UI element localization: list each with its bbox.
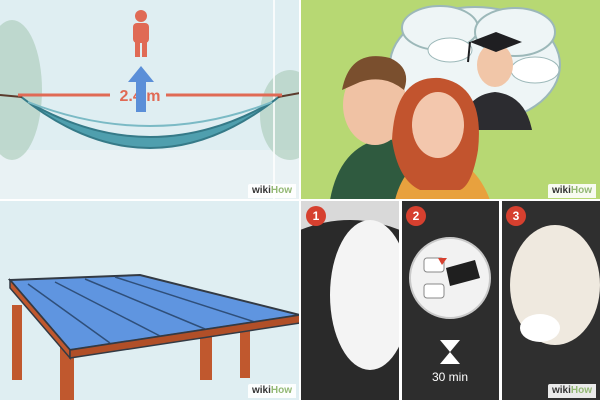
step-2-panel: 30 min xyxy=(400,200,500,400)
panel-hammock: 2.4 m wikiHow xyxy=(0,0,300,200)
panel-table: wikiHow xyxy=(0,200,300,400)
watermark-wiki: wiki xyxy=(551,185,571,196)
hammock-illustration: 2.4 m xyxy=(0,0,300,200)
watermark-how: How xyxy=(270,385,292,396)
person-icon xyxy=(133,10,149,57)
watermark: wikiHow xyxy=(547,384,596,398)
up-arrow-icon xyxy=(128,66,154,82)
rice xyxy=(330,220,410,370)
watermark-how: How xyxy=(270,185,292,196)
table-illustration xyxy=(7,273,300,400)
couple-illustration xyxy=(330,5,561,200)
watermark: wikiHow xyxy=(547,184,596,198)
rice-cooker-illustration: 30 min 1 2 3 xyxy=(300,200,600,400)
watermark: wikiHow xyxy=(247,384,296,398)
step-number-1: 1 xyxy=(313,209,320,223)
panel-rice-cooker-steps: 30 min 1 2 3 wikiHow xyxy=(300,200,600,400)
watermark-wiki: wiki xyxy=(251,385,271,396)
panel-couple: wikiHow xyxy=(300,0,600,200)
watermark-how: How xyxy=(570,385,592,396)
right-tree-foliage xyxy=(260,70,300,160)
step-number-3: 3 xyxy=(513,209,520,223)
panel-divider-horizontal xyxy=(0,199,600,201)
left-tree-foliage xyxy=(0,20,42,160)
step-3-panel xyxy=(500,200,600,400)
watermark-wiki: wiki xyxy=(551,385,571,396)
cloth xyxy=(520,314,560,342)
up-arrow-shaft xyxy=(136,80,146,112)
watermark: wikiHow xyxy=(247,184,296,198)
step-1-pot xyxy=(300,220,410,400)
timer-label: 30 min xyxy=(432,370,468,384)
image-grid: 2.4 m wikiHow wikiHow wikiHow 30 min 1 2… xyxy=(0,0,600,400)
watermark-how: How xyxy=(570,185,592,196)
step-number-2: 2 xyxy=(413,209,420,223)
watermark-wiki: wiki xyxy=(251,185,271,196)
